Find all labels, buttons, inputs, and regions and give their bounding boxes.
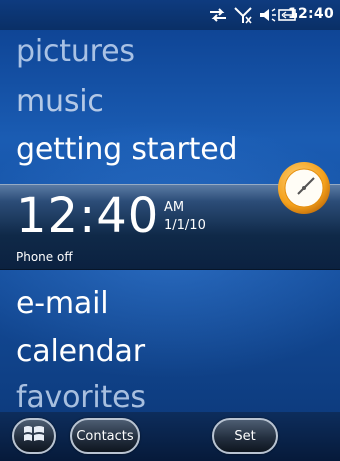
start-button[interactable] — [12, 418, 56, 454]
windows-logo-icon — [22, 423, 46, 449]
clock-date: 1/1/10 — [164, 218, 206, 233]
menu-item-favorites[interactable]: favorites — [16, 380, 146, 415]
status-time[interactable]: 12:40 — [288, 6, 334, 22]
menu-item-calendar[interactable]: calendar — [16, 334, 145, 369]
data-sync-icon[interactable] — [208, 6, 228, 24]
menu-item-getting-started[interactable]: getting started — [16, 132, 238, 167]
no-signal-icon[interactable] — [234, 6, 254, 24]
clock-time: 12:40 — [16, 188, 160, 244]
set-softkey[interactable]: Set — [212, 418, 278, 454]
clock-ampm: AM — [164, 200, 185, 215]
contacts-softkey[interactable]: Contacts — [70, 418, 140, 454]
clock-icon — [276, 160, 332, 220]
menu-item-pictures[interactable]: pictures — [16, 34, 135, 69]
status-bar: 12:40 — [0, 0, 340, 30]
home-screen: 12:40 pictures music getting started 12:… — [0, 0, 340, 461]
menu-item-music[interactable]: music — [16, 84, 104, 119]
volume-icon[interactable] — [259, 6, 277, 24]
menu-item-e-mail[interactable]: e-mail — [16, 286, 109, 321]
phone-status: Phone off — [16, 250, 73, 264]
